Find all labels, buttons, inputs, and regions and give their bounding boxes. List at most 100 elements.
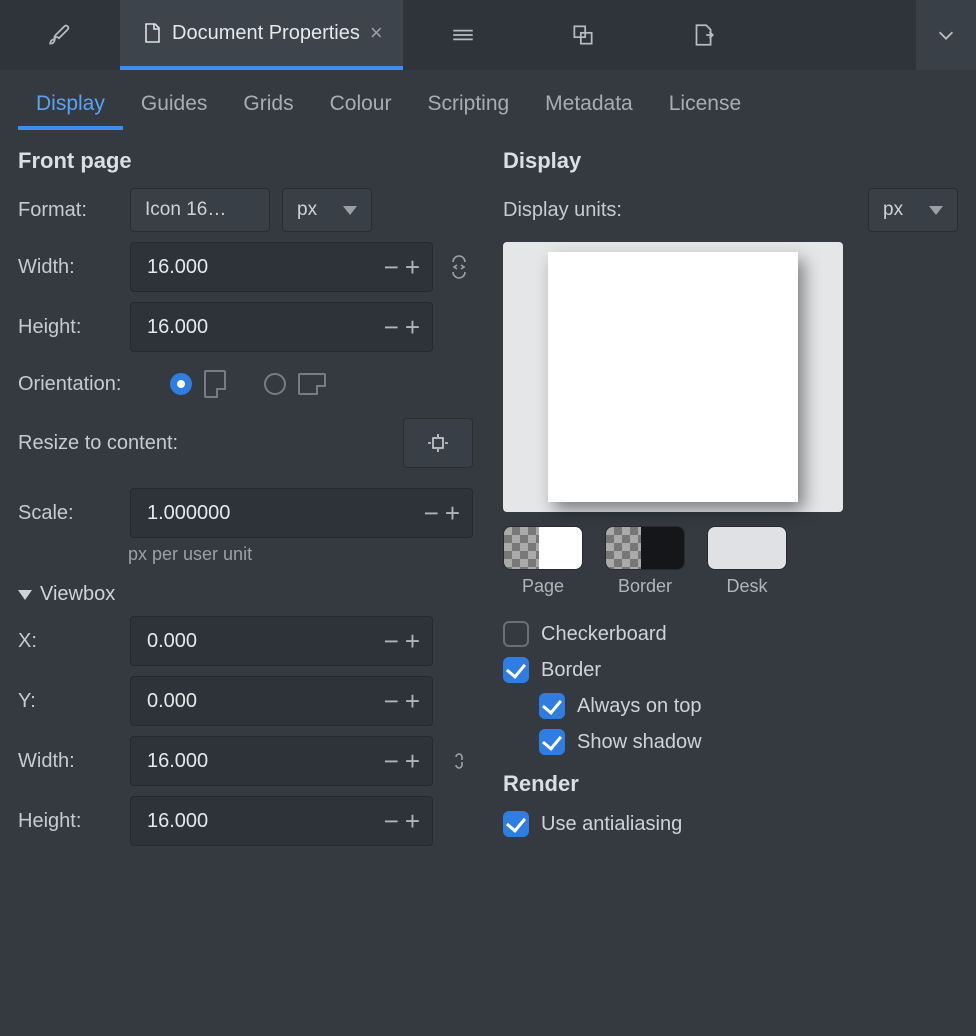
page-color-swatch[interactable] xyxy=(503,526,583,570)
minus-icon[interactable]: − xyxy=(422,500,441,526)
tab-align[interactable] xyxy=(523,0,643,70)
width-label: Width: xyxy=(18,256,118,279)
orientation-landscape-radio[interactable] xyxy=(264,373,286,395)
border-checkbox[interactable] xyxy=(503,657,529,683)
portrait-icon xyxy=(204,370,226,398)
minus-icon[interactable]: − xyxy=(382,748,401,774)
orientation-label: Orientation: xyxy=(18,373,158,396)
section-tabs: Display Guides Grids Colour Scripting Me… xyxy=(0,70,976,130)
viewbox-disclosure[interactable]: Viewbox xyxy=(18,583,473,606)
viewbox-x-label: X: xyxy=(18,630,118,653)
viewbox-y-label: Y: xyxy=(18,690,118,713)
scale-value: 1.000000 xyxy=(147,502,422,525)
brush-icon xyxy=(47,22,73,48)
plus-icon[interactable]: + xyxy=(403,808,422,834)
viewbox-width-input[interactable]: 16.000 −+ xyxy=(130,736,433,786)
layers-icon xyxy=(450,22,476,48)
minus-icon[interactable]: − xyxy=(382,688,401,714)
front-page-panel: Front page Format: Icon 16… px Width: 16… xyxy=(18,142,473,856)
front-page-heading: Front page xyxy=(18,148,473,174)
landscape-icon xyxy=(298,373,326,395)
objects-icon xyxy=(570,22,596,48)
display-panel: Display Display units: px Page xyxy=(503,142,958,856)
desk-color-swatch[interactable] xyxy=(707,526,787,570)
subtab-license[interactable]: License xyxy=(651,84,759,130)
border-color-swatch[interactable] xyxy=(605,526,685,570)
viewbox-x-input[interactable]: 0.000 −+ xyxy=(130,616,433,666)
triangle-down-icon xyxy=(18,590,32,600)
subtab-metadata[interactable]: Metadata xyxy=(527,84,651,130)
chevron-down-icon xyxy=(929,206,943,215)
minus-icon[interactable]: − xyxy=(382,254,401,280)
tab-label: Document Properties xyxy=(172,22,360,45)
border-swatch-label: Border xyxy=(618,576,672,597)
display-heading: Display xyxy=(503,148,958,174)
plus-icon[interactable]: + xyxy=(403,628,422,654)
format-unit-dropdown[interactable]: px xyxy=(282,188,372,232)
scale-input[interactable]: 1.000000 −+ xyxy=(130,488,473,538)
antialias-label: Use antialiasing xyxy=(541,813,682,836)
link-swap-icon[interactable] xyxy=(445,248,473,286)
viewbox-height-input[interactable]: 16.000 −+ xyxy=(130,796,433,846)
format-label: Format: xyxy=(18,199,118,222)
resize-label: Resize to content: xyxy=(18,432,228,455)
plus-icon[interactable]: + xyxy=(403,688,422,714)
tab-layers[interactable] xyxy=(403,0,523,70)
document-icon xyxy=(140,21,164,45)
always-on-top-checkbox[interactable] xyxy=(539,693,565,719)
page-preview xyxy=(503,242,843,512)
tab-overflow[interactable] xyxy=(916,0,976,70)
height-label: Height: xyxy=(18,316,118,339)
resize-to-content-button[interactable] xyxy=(403,418,473,468)
link-icon[interactable] xyxy=(445,748,473,774)
format-value: Icon 16… xyxy=(145,199,226,221)
export-icon xyxy=(690,22,716,48)
subtab-guides[interactable]: Guides xyxy=(123,84,226,130)
height-input[interactable]: 16.000 −+ xyxy=(130,302,433,352)
subtab-scripting[interactable]: Scripting xyxy=(409,84,527,130)
minus-icon[interactable]: − xyxy=(382,314,401,340)
display-units-label: Display units: xyxy=(503,199,663,222)
display-units-value: px xyxy=(883,199,903,221)
format-dropdown[interactable]: Icon 16… xyxy=(130,188,270,232)
plus-icon[interactable]: + xyxy=(443,500,462,526)
plus-icon[interactable]: + xyxy=(403,748,422,774)
display-units-dropdown[interactable]: px xyxy=(868,188,958,232)
minus-icon[interactable]: − xyxy=(382,628,401,654)
scale-hint: px per user unit xyxy=(128,544,473,565)
close-icon[interactable]: × xyxy=(370,20,383,46)
show-shadow-label: Show shadow xyxy=(577,731,702,754)
chevron-down-icon xyxy=(343,206,357,215)
viewbox-width-label: Width: xyxy=(18,750,118,773)
orientation-portrait-radio[interactable] xyxy=(170,373,192,395)
plus-icon[interactable]: + xyxy=(403,254,422,280)
width-input[interactable]: 16.000 −+ xyxy=(130,242,433,292)
plus-icon[interactable]: + xyxy=(403,314,422,340)
minus-icon[interactable]: − xyxy=(382,808,401,834)
width-value: 16.000 xyxy=(147,256,382,279)
scale-label: Scale: xyxy=(18,502,118,525)
checkerboard-label: Checkerboard xyxy=(541,623,667,646)
viewbox-height-label: Height: xyxy=(18,810,118,833)
border-label: Border xyxy=(541,659,601,682)
viewbox-y-input[interactable]: 0.000 −+ xyxy=(130,676,433,726)
desk-swatch-label: Desk xyxy=(726,576,767,597)
tab-document-properties[interactable]: Document Properties × xyxy=(120,0,403,70)
page-preview-canvas xyxy=(548,252,798,502)
tab-fill-stroke[interactable] xyxy=(0,0,120,70)
antialias-checkbox[interactable] xyxy=(503,811,529,837)
subtab-colour[interactable]: Colour xyxy=(312,84,410,130)
fit-content-icon xyxy=(425,432,451,454)
show-shadow-checkbox[interactable] xyxy=(539,729,565,755)
render-heading: Render xyxy=(503,771,958,797)
subtab-display[interactable]: Display xyxy=(18,84,123,130)
subtab-grids[interactable]: Grids xyxy=(225,84,311,130)
tab-export[interactable] xyxy=(643,0,763,70)
format-unit-value: px xyxy=(297,199,317,221)
page-swatch-label: Page xyxy=(522,576,564,597)
height-value: 16.000 xyxy=(147,316,382,339)
dock-tabstrip: Document Properties × xyxy=(0,0,976,70)
checkerboard-checkbox[interactable] xyxy=(503,621,529,647)
always-on-top-label: Always on top xyxy=(577,695,702,718)
viewbox-heading: Viewbox xyxy=(40,583,115,606)
